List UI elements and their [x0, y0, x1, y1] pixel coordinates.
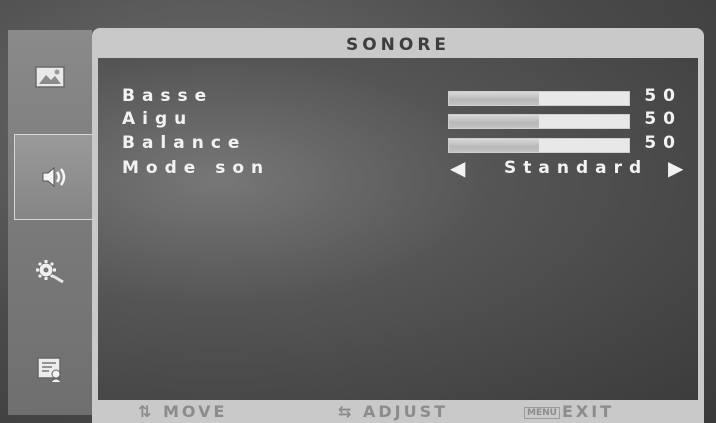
picture-icon: [35, 66, 65, 88]
osd-sidebar: [8, 30, 94, 415]
speaker-icon: [42, 166, 66, 188]
sidebar-item-picture[interactable]: [8, 34, 92, 120]
osd-footer: ⇅ MOVE ⇆ ADJUST MENU EXIT: [92, 400, 704, 423]
sidebar-item-sound[interactable]: [14, 134, 94, 220]
row-label: Aigu: [122, 109, 194, 129]
row-value: 50: [644, 86, 682, 106]
settings-icon: [36, 260, 64, 284]
sidebar-item-settings[interactable]: [8, 228, 92, 314]
menu-key-label: MENU: [524, 406, 560, 419]
sound-mode-value: Standard: [504, 158, 649, 178]
updown-arrows-icon: ⇅: [138, 402, 155, 421]
exit-hint: MENU EXIT: [524, 402, 614, 421]
slider-fill: [449, 139, 539, 152]
row-value: 50: [644, 109, 682, 129]
menu-row-sound-mode[interactable]: Mode son ◀ Standard ▶: [122, 156, 683, 180]
row-label: Balance: [122, 133, 247, 153]
info-icon: [37, 357, 62, 383]
osd-panel: SONORE Basse 50 Aigu 50 Balance 50 Mode …: [92, 28, 704, 400]
sidebar-item-info[interactable]: [8, 326, 92, 412]
slider-fill: [449, 115, 539, 128]
move-label: MOVE: [162, 402, 228, 421]
monitor-osd: SONORE Basse 50 Aigu 50 Balance 50 Mode …: [0, 0, 716, 423]
arrow-right-icon[interactable]: ▶: [668, 156, 690, 180]
arrow-left-icon[interactable]: ◀: [450, 156, 472, 180]
menu-row-treble[interactable]: Aigu 50: [122, 109, 682, 131]
adjust-label: ADJUST: [362, 402, 449, 421]
row-value: 50: [644, 133, 682, 153]
row-label: Basse: [122, 86, 214, 106]
slider-fill: [449, 92, 539, 105]
menu-row-bass[interactable]: Basse 50: [122, 86, 682, 108]
leftright-arrows-icon: ⇆: [338, 402, 355, 421]
bass-slider[interactable]: [448, 91, 630, 106]
exit-label: EXIT: [561, 402, 615, 421]
adjust-hint: ⇆ ADJUST: [338, 402, 448, 421]
menu-title: SONORE: [98, 34, 698, 58]
row-label: Mode son: [122, 158, 271, 178]
menu-row-balance[interactable]: Balance 50: [122, 133, 682, 155]
balance-slider[interactable]: [448, 138, 630, 153]
treble-slider[interactable]: [448, 114, 630, 129]
move-hint: ⇅ MOVE: [138, 402, 227, 421]
